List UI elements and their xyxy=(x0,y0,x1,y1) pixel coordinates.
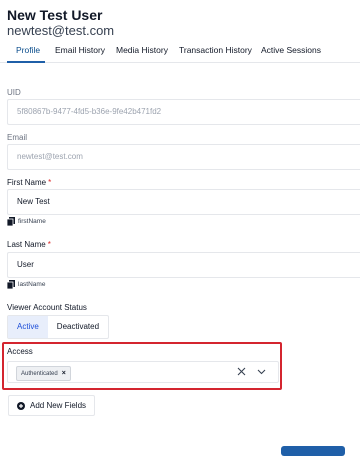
uid-field: 5f80867b-9477-4fd5-b36e-9fe42b471fd2 xyxy=(7,99,360,125)
first-name-label-text: First Name xyxy=(7,178,47,187)
required-marker: * xyxy=(47,240,51,249)
last-name-label-text: Last Name xyxy=(7,240,46,249)
access-tag-label: Authenticated xyxy=(21,370,58,377)
last-name-hint: lastName xyxy=(7,280,45,289)
uid-label: UID xyxy=(7,88,21,97)
user-header: New Test User newtest@test.com xyxy=(7,7,114,38)
status-deactivated-option[interactable]: Deactivated xyxy=(48,316,108,338)
active-tab-indicator xyxy=(7,61,45,63)
last-name-field[interactable]: User xyxy=(7,252,360,278)
status-label: Viewer Account Status xyxy=(7,303,87,312)
clear-icon[interactable] xyxy=(237,367,246,376)
first-name-key: firstName xyxy=(18,218,46,225)
tab-transaction-history[interactable]: Transaction History xyxy=(179,45,252,55)
access-label: Access xyxy=(7,347,33,356)
first-name-label: First Name * xyxy=(7,178,51,187)
remove-tag-icon[interactable]: × xyxy=(62,370,66,377)
last-name-key: lastName xyxy=(18,281,46,288)
user-email: newtest@test.com xyxy=(7,23,115,38)
tab-media-history[interactable]: Media History xyxy=(116,45,168,55)
access-tag: Authenticated × xyxy=(16,366,71,381)
status-active-option[interactable]: Active xyxy=(8,316,48,338)
last-name-label: Last Name * xyxy=(7,240,51,249)
tab-active-sessions[interactable]: Active Sessions xyxy=(261,45,321,55)
copy-icon[interactable] xyxy=(7,217,15,226)
add-new-fields-button[interactable]: Add New Fields xyxy=(8,395,96,416)
access-select[interactable]: Authenticated × xyxy=(7,361,279,383)
primary-action-button[interactable] xyxy=(281,446,345,456)
copy-icon[interactable] xyxy=(7,280,15,289)
add-new-fields-label: Add New Fields xyxy=(30,401,87,410)
email-field: newtest@test.com xyxy=(7,144,360,170)
first-name-hint: firstName xyxy=(7,217,46,226)
required-marker: * xyxy=(48,178,52,187)
plus-circle-icon xyxy=(17,401,25,410)
tab-bar: Profile Email History Media History Tran… xyxy=(0,41,360,63)
first-name-field[interactable]: New Test xyxy=(7,189,360,215)
email-label: Email xyxy=(7,133,28,142)
page-title: New Test User xyxy=(7,7,103,23)
chevron-down-icon[interactable] xyxy=(257,369,266,375)
status-toggle: Active Deactivated xyxy=(7,315,110,339)
tab-email-history[interactable]: Email History xyxy=(55,45,105,55)
tab-profile[interactable]: Profile xyxy=(16,45,40,55)
